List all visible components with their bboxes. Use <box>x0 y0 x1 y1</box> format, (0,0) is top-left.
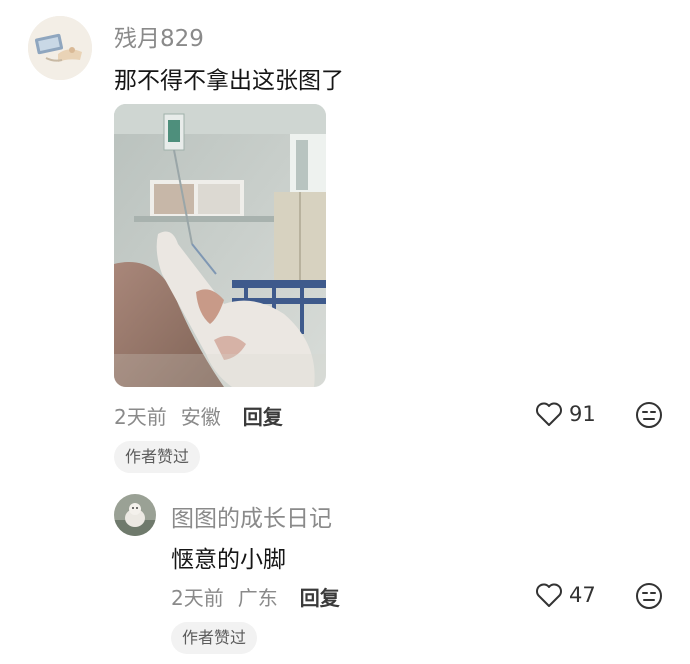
reply-meta: 2天前 广东 回复 <box>171 582 340 611</box>
dislike-button[interactable] <box>635 401 663 433</box>
neutral-face-icon <box>636 402 662 428</box>
comment-location: 安徽 <box>180 405 221 429</box>
reply-button[interactable]: 回复 <box>243 401 283 430</box>
author-liked-badge: 作者赞过 <box>114 441 201 473</box>
comment-time: 2天前 <box>114 405 167 429</box>
reply-location: 广东 <box>237 586 278 610</box>
like-button[interactable]: 47 <box>535 582 596 608</box>
comment-photo[interactable] <box>114 104 326 387</box>
avatar-image <box>114 494 156 536</box>
heart-icon <box>536 583 562 607</box>
heart-icon <box>536 402 562 426</box>
reply-button[interactable]: 回复 <box>300 582 340 611</box>
like-count: 47 <box>569 583 596 607</box>
reply-text: 惬意的小脚 <box>171 547 286 573</box>
like-count: 91 <box>569 402 596 426</box>
like-button[interactable]: 91 <box>535 401 596 427</box>
reply-username[interactable]: 图图的成长日记 <box>171 499 332 533</box>
dislike-button[interactable] <box>635 582 663 614</box>
avatar[interactable] <box>28 16 92 80</box>
avatar[interactable] <box>114 494 156 536</box>
comment-text: 那不得不拿出这张图了 <box>114 68 344 94</box>
neutral-face-icon <box>636 583 662 609</box>
author-liked-badge: 作者赞过 <box>171 622 258 654</box>
reply-time: 2天前 <box>171 586 224 610</box>
avatar-image <box>28 16 92 80</box>
comment-meta: 2天前 安徽 回复 <box>114 401 283 430</box>
comment-username[interactable]: 残月829 <box>114 19 204 53</box>
hospital-photo-image <box>114 104 326 387</box>
